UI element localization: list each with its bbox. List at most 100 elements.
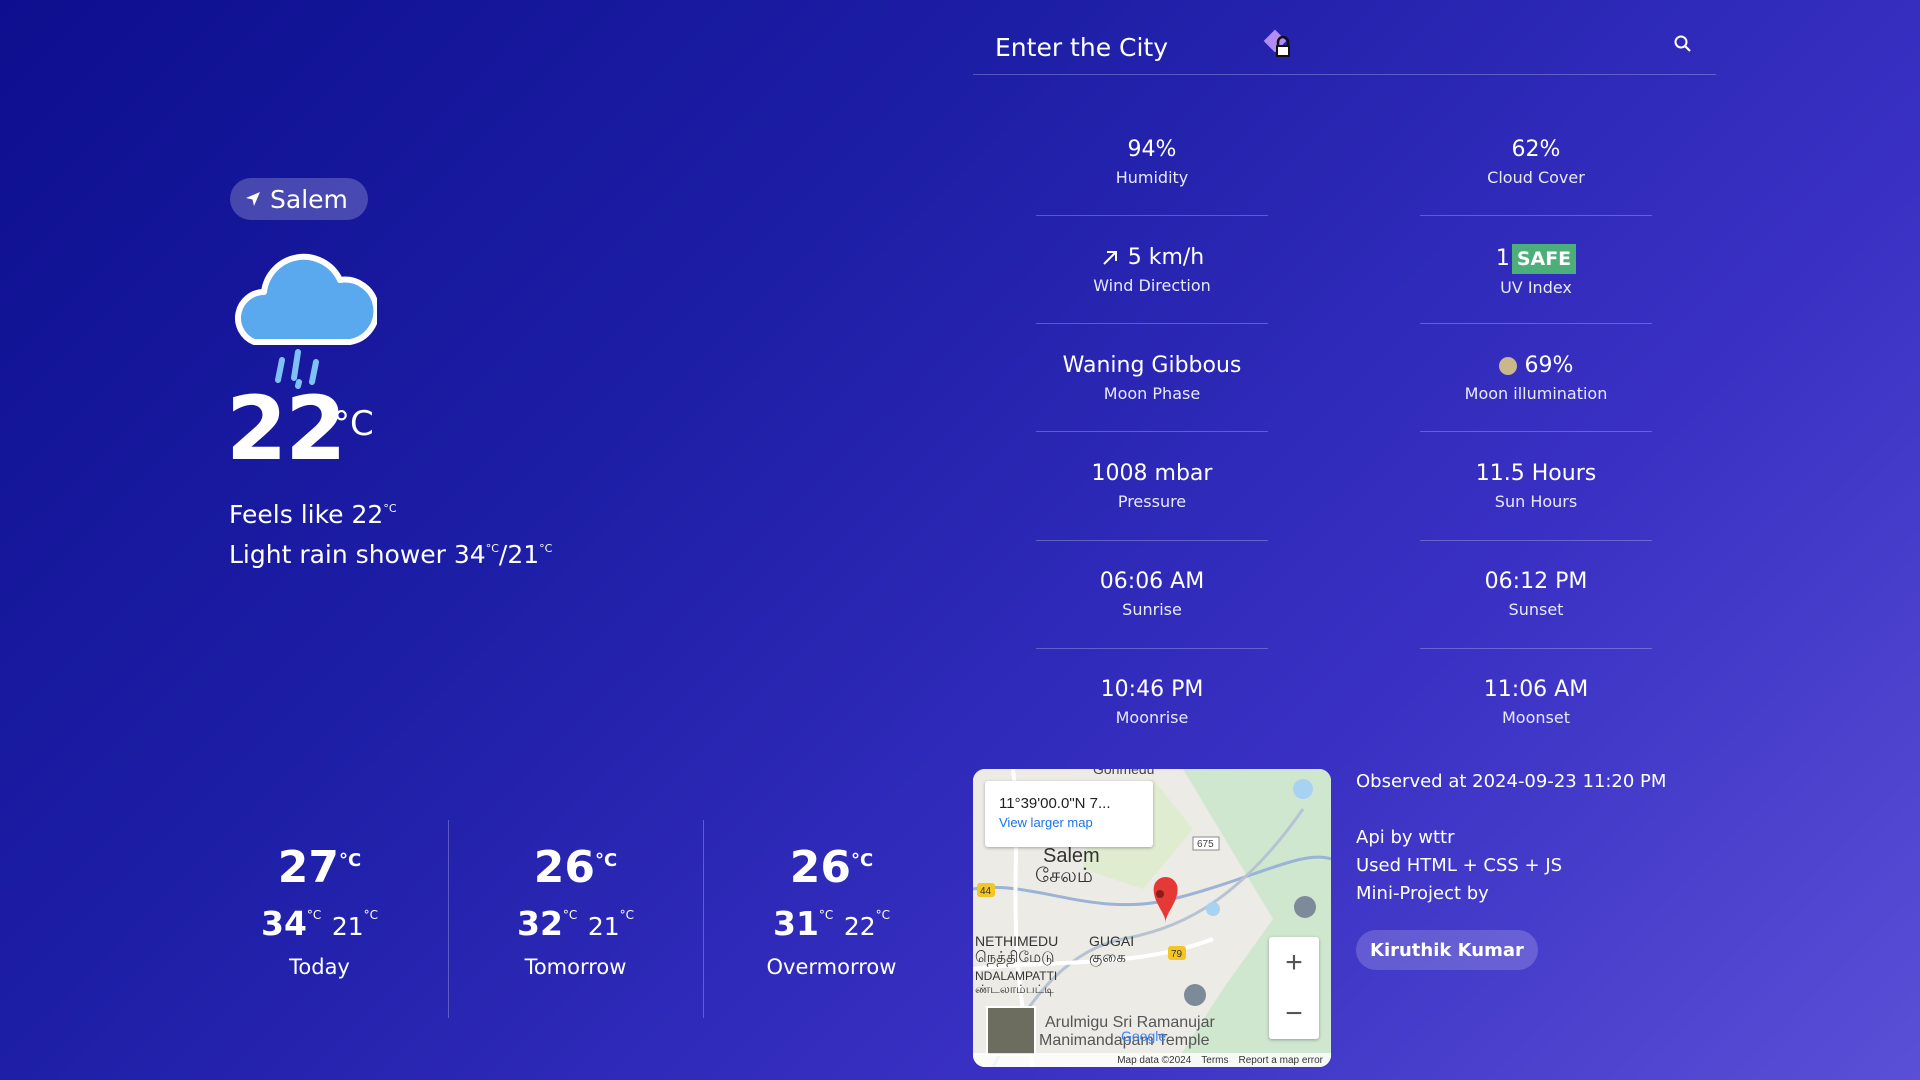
forecast-day: Overmorrow	[766, 955, 897, 979]
stat-sunset: 06:12 PM Sunset	[1420, 568, 1652, 619]
forecast-high: 34	[260, 904, 307, 943]
divider	[1420, 323, 1652, 324]
map-footer: Map data ©2024 Terms Report a map error	[973, 1053, 1331, 1067]
stat-value: 06:06 AM	[1099, 569, 1205, 594]
stat-value: 11:06 AM	[1483, 677, 1589, 702]
zoom-in-button[interactable]: +	[1269, 937, 1319, 988]
stat-label: Moon illumination	[1464, 384, 1608, 403]
stat-label: Pressure	[1117, 492, 1187, 511]
map-terms-link[interactable]: Terms	[1201, 1055, 1228, 1066]
forecast-low: 21	[587, 912, 620, 941]
feels-like-label: Feels like	[229, 500, 344, 529]
stat-label: Sun Hours	[1494, 492, 1578, 511]
today-high: 34	[453, 540, 486, 569]
stat-label: Moonrise	[1115, 708, 1189, 727]
search-icon[interactable]	[1673, 34, 1693, 54]
stat-moonset: 11:06 AM Moonset	[1420, 676, 1652, 727]
stat-value: 1008 mbar	[1091, 461, 1213, 486]
forecast-day: Today	[289, 955, 350, 979]
stat-label: Moon Phase	[1103, 384, 1201, 403]
unit: °C	[485, 542, 499, 555]
stat-value: 06:12 PM	[1484, 569, 1588, 594]
stat-label: Humidity	[1115, 168, 1189, 187]
stat-label: Moonset	[1502, 708, 1570, 727]
stat-pressure: 1008 mbar Pressure	[1036, 460, 1268, 511]
stat-label: Cloud Cover	[1487, 168, 1585, 187]
unit: °C	[339, 850, 362, 871]
divider	[1420, 215, 1652, 216]
current-temperature: 22	[226, 377, 346, 480]
stat-moonrise: 10:46 PM Moonrise	[1036, 676, 1268, 727]
stat-label: Sunrise	[1122, 600, 1182, 619]
stat-moon-phase: Waning Gibbous Moon Phase	[1036, 352, 1268, 403]
location-chip[interactable]: Salem	[230, 178, 368, 220]
map-report-link[interactable]: Report a map error	[1239, 1055, 1323, 1066]
feels-like-value: 22	[351, 500, 384, 529]
map-coordinates: 11°39'00.0"N 7...	[999, 795, 1111, 812]
stat-wind: 5 km/h Wind Direction	[1036, 244, 1268, 295]
map-label-gugai: GUGAI	[1089, 933, 1134, 949]
road-44-label: 44	[980, 886, 992, 897]
unit: °C	[383, 502, 397, 515]
stat-moon-illumination: 69% Moon illumination	[1420, 352, 1652, 403]
road-675-label: 675	[1197, 839, 1214, 850]
stat-sunrise: 06:06 AM Sunrise	[1036, 568, 1268, 619]
forecast-avg: 26	[789, 842, 851, 893]
unit: °C	[539, 542, 553, 555]
unit: °C	[363, 908, 379, 922]
unit: °C	[562, 908, 578, 922]
divider	[1036, 648, 1268, 649]
moon-icon	[1498, 357, 1517, 375]
unit: °C	[619, 908, 635, 922]
stat-humidity: 94% Humidity	[1036, 136, 1268, 187]
feels-like: Feels like 22°C	[229, 500, 397, 529]
forecast-avg: 27	[277, 842, 339, 893]
divider	[1420, 540, 1652, 541]
forecast-high: 31	[772, 904, 819, 943]
weather-description: Light rain shower 34°C/21°C	[229, 540, 553, 569]
location-arrow-icon	[246, 192, 260, 206]
map-label-salem-ta: சேலம்	[1035, 865, 1093, 887]
search-bar	[973, 18, 1716, 75]
forecast-high: 32	[516, 904, 563, 943]
arrow-up-right-icon	[1103, 251, 1117, 265]
tech-credit: Used HTML + CSS + JS	[1356, 855, 1563, 876]
stat-value: Waning Gibbous	[1062, 353, 1242, 378]
stat-value: 10:46 PM	[1100, 677, 1204, 702]
map-label-nethimedu: NETHIMEDU	[975, 933, 1058, 949]
stat-value: 5 km/h	[1127, 245, 1205, 270]
forecast-tomorrow: 26°C 32°C 21°C Tomorrow	[448, 846, 703, 980]
zoom-out-button[interactable]: −	[1269, 988, 1319, 1039]
unit: °C	[595, 850, 618, 871]
unit: °C	[851, 850, 874, 871]
unit: °C	[306, 908, 322, 922]
divider	[1036, 215, 1268, 216]
divider	[1420, 431, 1652, 432]
location-map[interactable]: 675 44 79 Gorimedu Salem சேலம் NETHIMEDU…	[973, 769, 1331, 1067]
map-label-gorimedu: Gorimedu	[1093, 769, 1154, 777]
view-larger-map-link[interactable]: View larger map	[999, 815, 1093, 830]
divider	[1036, 540, 1268, 541]
map-info-popup: 11°39'00.0"N 7... View larger map	[985, 781, 1153, 847]
stat-value: 62%	[1511, 137, 1561, 162]
map-zoom-controls: + −	[1269, 937, 1319, 1039]
api-credit: Api by wttr	[1356, 827, 1455, 848]
observed-time: Observed at 2024-09-23 11:20 PM	[1356, 771, 1667, 792]
description-text: Light rain shower	[229, 540, 446, 569]
divider	[1036, 323, 1268, 324]
map-label-gugai-ta: குகை	[1089, 949, 1126, 967]
map-label-ndalampatti-ta: ண்டலாம்பட்டி	[975, 982, 1054, 996]
forecast-day: Tomorrow	[524, 955, 627, 979]
road-79-label: 79	[1171, 949, 1183, 960]
author-chip[interactable]: Kiruthik Kumar	[1356, 930, 1538, 970]
rain-cloud-icon	[235, 253, 377, 389]
stat-value: 1	[1495, 246, 1510, 271]
map-label-nethimedu-ta: நெத்திமேடு	[975, 949, 1054, 966]
lock-icon	[1263, 29, 1290, 57]
stat-sun-hours: 11.5 Hours Sun Hours	[1420, 460, 1652, 511]
divider	[1036, 431, 1268, 432]
stat-value: 69%	[1524, 353, 1574, 378]
today-low: 21	[507, 540, 540, 569]
google-logo: Google	[1121, 1028, 1166, 1044]
location-name: Salem	[270, 184, 348, 214]
